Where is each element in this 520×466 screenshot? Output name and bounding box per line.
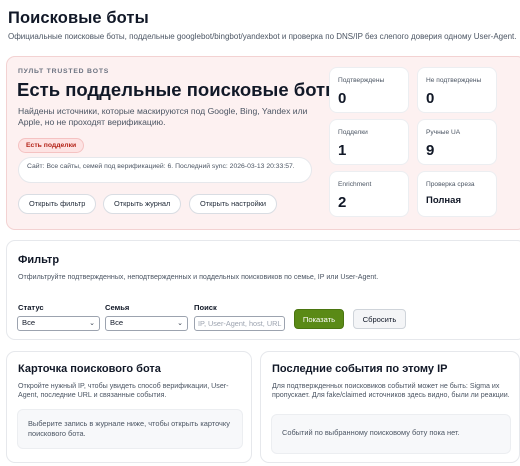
events-title: Последние события по этому IP: [272, 363, 448, 375]
stat-value: 9: [426, 142, 435, 159]
bot-card-title: Карточка поискового бота: [18, 363, 161, 375]
stat-card-enrichment: Enrichment 2: [329, 171, 409, 217]
bot-card-panel: Карточка поискового бота Откройте нужный…: [6, 351, 252, 463]
fake-bots-badge: Есть подделки: [18, 138, 85, 153]
events-description: Для подтвержденных поисковиков событий м…: [272, 382, 510, 400]
chevron-down-icon: ⌄: [89, 320, 95, 327]
family-select[interactable]: Все ⌄: [105, 316, 188, 331]
status-label: Статус: [18, 303, 44, 312]
filter-title: Фильтр: [18, 254, 60, 266]
panel-headline: Есть поддельные поисковые боты: [17, 79, 341, 100]
page-title: Поисковые боты: [8, 9, 149, 27]
bot-card-description: Откройте нужный IP, чтобы увидеть способ…: [18, 382, 229, 400]
stat-label: Проверка среза: [426, 181, 475, 188]
open-journal-button[interactable]: Открыть журнал: [103, 194, 182, 214]
sync-status: Сайт: Все сайты, семей под верификацией:…: [18, 157, 312, 183]
recent-events-panel: Последние события по этому IP Для подтве…: [260, 351, 520, 463]
stat-label: Не подтверждены: [426, 77, 482, 84]
filter-panel: Фильтр Отфильтруйте подтвержденных, непо…: [6, 240, 520, 340]
stat-label: Enrichment: [338, 181, 372, 188]
show-button[interactable]: Показать: [294, 309, 344, 329]
status-select[interactable]: Все ⌄: [17, 316, 100, 331]
bot-card-empty-state: Выберите запись в журнале ниже, чтобы от…: [17, 409, 243, 449]
trusted-bots-panel: ПУЛЬТ TRUSTED BOTS Есть поддельные поиск…: [6, 56, 520, 230]
stat-value: 2: [338, 194, 347, 211]
stat-card-verified: Подтверждены 0: [329, 67, 409, 113]
events-empty-state: Событий по выбранному поисковому боту по…: [271, 414, 511, 454]
stat-card-manual-ua: Ручные UA 9: [417, 119, 497, 165]
stat-card-fakes: Подделки 1: [329, 119, 409, 165]
stat-card-unverified: Не подтверждены 0: [417, 67, 497, 113]
stat-value: 0: [338, 90, 347, 107]
stat-value: 1: [338, 142, 347, 159]
search-input[interactable]: IP, User-Agent, host, URL: [194, 316, 285, 331]
family-select-value: Все: [110, 318, 124, 327]
stat-label: Ручные UA: [426, 129, 461, 136]
panel-kicker: ПУЛЬТ TRUSTED BOTS: [18, 68, 110, 75]
stat-card-slice-check: Проверка среза Полная: [417, 171, 497, 217]
page-subtitle: Официальные поисковые боты, поддельные g…: [8, 32, 517, 41]
stat-label: Подделки: [338, 129, 368, 136]
open-settings-button[interactable]: Открыть настройки: [189, 194, 278, 214]
search-label: Поиск: [194, 303, 217, 312]
stat-label: Подтверждены: [338, 77, 385, 84]
family-label: Семья: [105, 303, 130, 312]
chevron-down-icon: ⌄: [177, 320, 183, 327]
filter-description: Отфильтруйте подтвержденных, неподтвержд…: [18, 273, 379, 281]
stat-value: Полная: [426, 195, 461, 206]
stat-value: 0: [426, 90, 435, 107]
status-select-value: Все: [22, 318, 36, 327]
panel-description: Найдены источники, которые маскируются п…: [18, 106, 308, 127]
open-filter-button[interactable]: Открыть фильтр: [18, 194, 97, 214]
reset-button[interactable]: Сбросить: [353, 309, 406, 329]
